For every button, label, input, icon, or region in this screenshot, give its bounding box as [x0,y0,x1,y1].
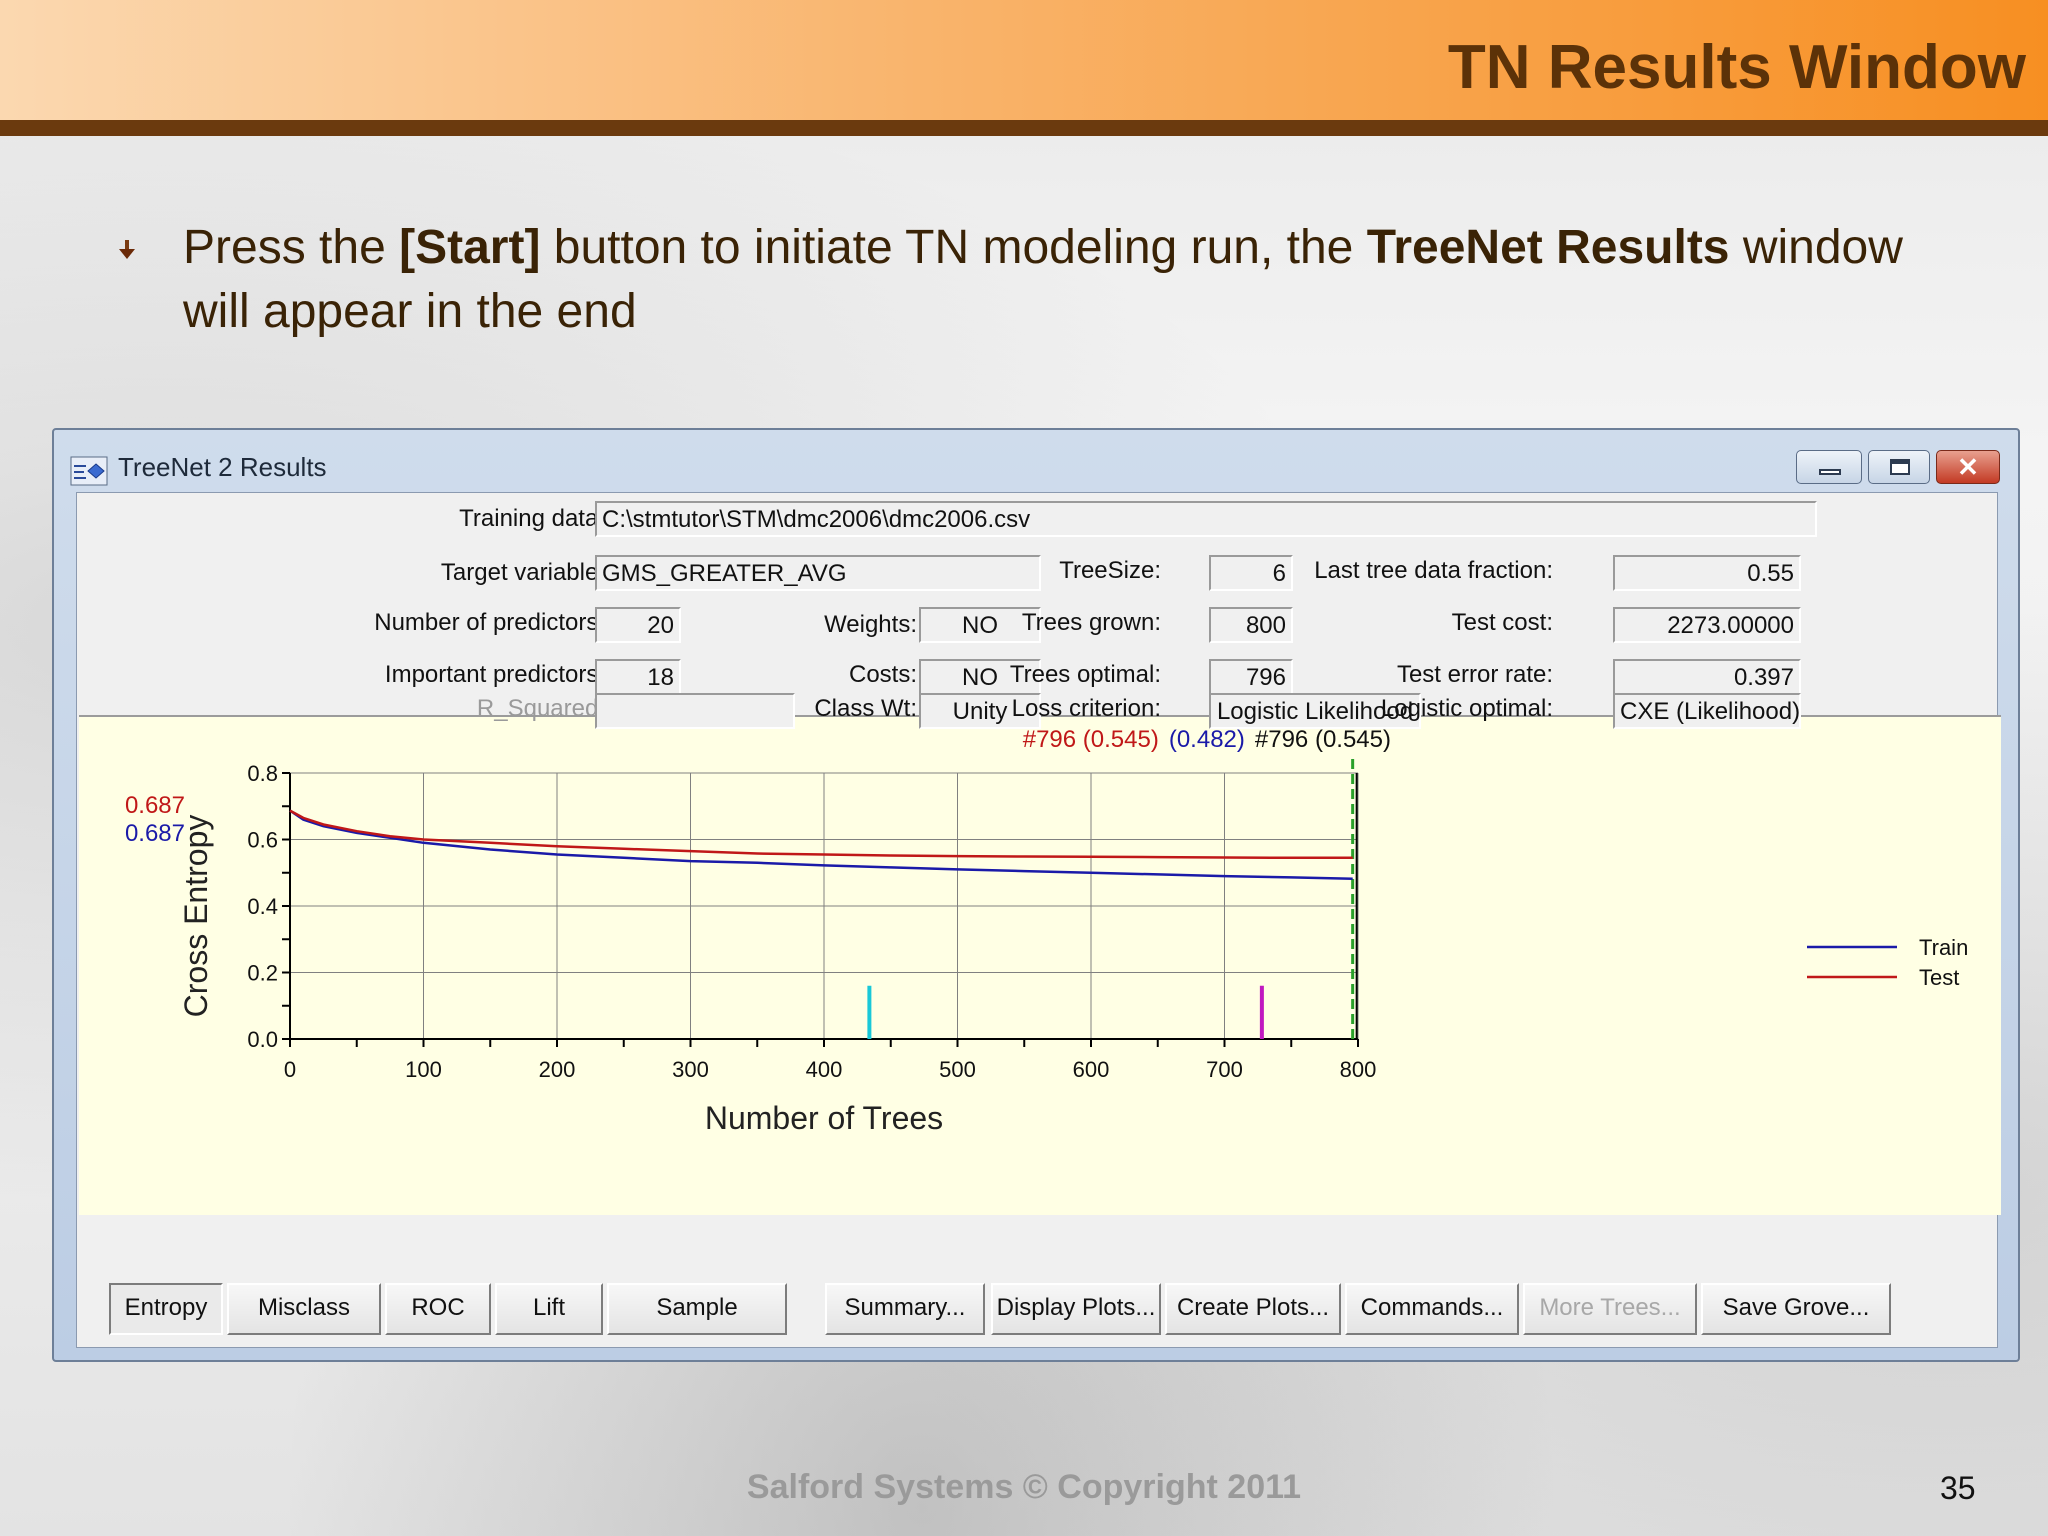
bullet-text-part: Press the [183,221,400,274]
annotation-test-part: #796 (0.545) [1023,726,1159,753]
important-predictors-field[interactable]: 18 [595,659,681,695]
annotation-train-part: (0.482) [1169,726,1245,753]
training-data-field[interactable]: C:\stmtutor\STM\dmc2006\dmc2006.csv [595,501,1817,537]
y-tick-label: 0.4 [247,894,278,919]
bullet-text-part: button to initiate TN modeling run, the [540,221,1367,274]
y-tick-label: 0.8 [247,761,278,786]
x-tick-label: 600 [1073,1057,1110,1082]
class-wt-label: Class Wt: [814,695,917,722]
test-error-rate-field[interactable]: 0.397 [1613,659,1801,695]
more-trees-button[interactable]: More Trees... [1523,1283,1697,1335]
x-tick-label: 300 [672,1057,709,1082]
trees-grown-label: Trees grown: [1021,609,1161,636]
bullet-text-bold: TreeNet Results [1366,221,1730,274]
model-info-panel: Training data: C:\stmtutor\STM\dmc2006\d… [77,493,1997,709]
trees-grown-field[interactable]: 800 [1209,607,1293,643]
misclass-button[interactable]: Misclass [227,1283,381,1335]
x-axis-label: Number of Trees [705,1100,943,1136]
maximize-button[interactable] [1868,450,1930,484]
slide-header-rule [0,120,2048,136]
page-number: 35 [1940,1470,1976,1506]
treenet-app-icon [70,456,108,486]
r-squared-field[interactable] [595,693,795,729]
r-squared-label: R_Squared: [476,695,605,722]
close-icon: ✕ [1957,452,1979,482]
commands-button[interactable]: Commands... [1345,1283,1519,1335]
start-value-label: 0.687 [125,792,185,819]
num-predictors-field[interactable]: 20 [595,607,681,643]
window-titlebar[interactable]: TreeNet 2 Results ✕ [54,430,2018,492]
entropy-button[interactable]: Entropy [109,1283,223,1335]
last-tree-fraction-label: Last tree data fraction: [1314,557,1553,584]
create-plots-button[interactable]: Create Plots... [1165,1283,1341,1335]
chart-panel: 0 100 200 300 400 500 600 700 800 0.0 0.2 0.4 0.6 0.8… [79,715,2001,1215]
window-title: TreeNet 2 Results [118,452,327,482]
test-error-rate-label: Test error rate: [1396,661,1553,688]
logistic-optimal-field[interactable]: CXE (Likelihood) [1613,693,1801,729]
legend-label-train: Train [1919,935,1968,960]
summary-button[interactable]: Summary... [825,1283,985,1335]
maximize-icon [1890,459,1910,475]
trees-optimal-label: Trees optimal: [1009,661,1161,688]
x-tick-label: 400 [806,1057,843,1082]
x-tick-label: 700 [1206,1057,1243,1082]
minimize-icon [1819,469,1841,475]
x-tick-label: 0 [284,1057,296,1082]
optimal-annotation: #796 (0.545) (0.482) #796 (0.545) [1023,726,1391,753]
target-variable-label: Target variable: [440,559,605,586]
x-tick-label: 800 [1340,1057,1377,1082]
num-predictors-label: Number of predictors: [374,609,605,636]
y-tick-label: 0.2 [247,961,278,986]
x-tick-label: 500 [939,1057,976,1082]
y-tick-label: 0.6 [247,828,278,853]
slide-title: TN Results Window [1447,33,2026,102]
weights-label: Weights: [824,611,917,638]
bullet-text: Press the [Start] button to initiate TN … [183,216,1903,344]
test-cost-label: Test cost: [1451,609,1553,636]
trees-optimal-field[interactable]: 796 [1209,659,1293,695]
roc-button[interactable]: ROC [385,1283,491,1335]
bullet-text-bold: [Start] [399,221,541,274]
sample-button[interactable]: Sample [607,1283,787,1335]
lift-button[interactable]: Lift [495,1283,603,1335]
treenet-results-window: TreeNet 2 Results ✕ Training data: C:\st… [52,428,2020,1362]
slide-footer: Salford Systems © Copyright 2011 [746,1468,1302,1506]
save-grove-button[interactable]: Save Grove... [1701,1283,1891,1335]
costs-label: Costs: [848,661,917,688]
y-tick-label: 0.0 [247,1027,278,1052]
window-client-area: Training data: C:\stmtutor\STM\dmc2006\d… [76,492,2001,1348]
series-line-train [289,809,1353,880]
cross-entropy-chart: 0 100 200 300 400 500 600 700 800 0.0 0.2 0.4 0.6 0.8… [125,726,1968,1136]
training-data-label: Training data: [459,505,605,532]
target-variable-field[interactable]: GMS_GREATER_AVG [595,555,1041,591]
annotation-extra-part: #796 (0.545) [1255,726,1391,753]
treesize-field[interactable]: 6 [1209,555,1293,591]
treesize-label: TreeSize: [1059,557,1161,584]
minimize-button[interactable] [1796,450,1862,484]
results-button-row: Entropy Misclass ROC Lift Sample Summary... Di… [77,1283,1997,1343]
display-plots-button[interactable]: Display Plots... [991,1283,1161,1335]
bullet-arrow-icon [119,240,135,259]
important-predictors-label: Important predictors: [384,661,605,688]
x-tick-label: 100 [405,1057,442,1082]
loss-criterion-label: Loss criterion: [1011,695,1161,722]
legend-label-test: Test [1919,965,1959,990]
series-line-test [289,809,1353,860]
test-cost-field[interactable]: 2273.00000 [1613,607,1801,643]
last-tree-fraction-field[interactable]: 0.55 [1613,555,1801,591]
logistic-optimal-label: Logistic optimal: [1380,695,1553,722]
start-value-label: 0.687 [125,820,185,847]
close-button[interactable]: ✕ [1936,450,2000,484]
x-tick-label: 200 [539,1057,576,1082]
